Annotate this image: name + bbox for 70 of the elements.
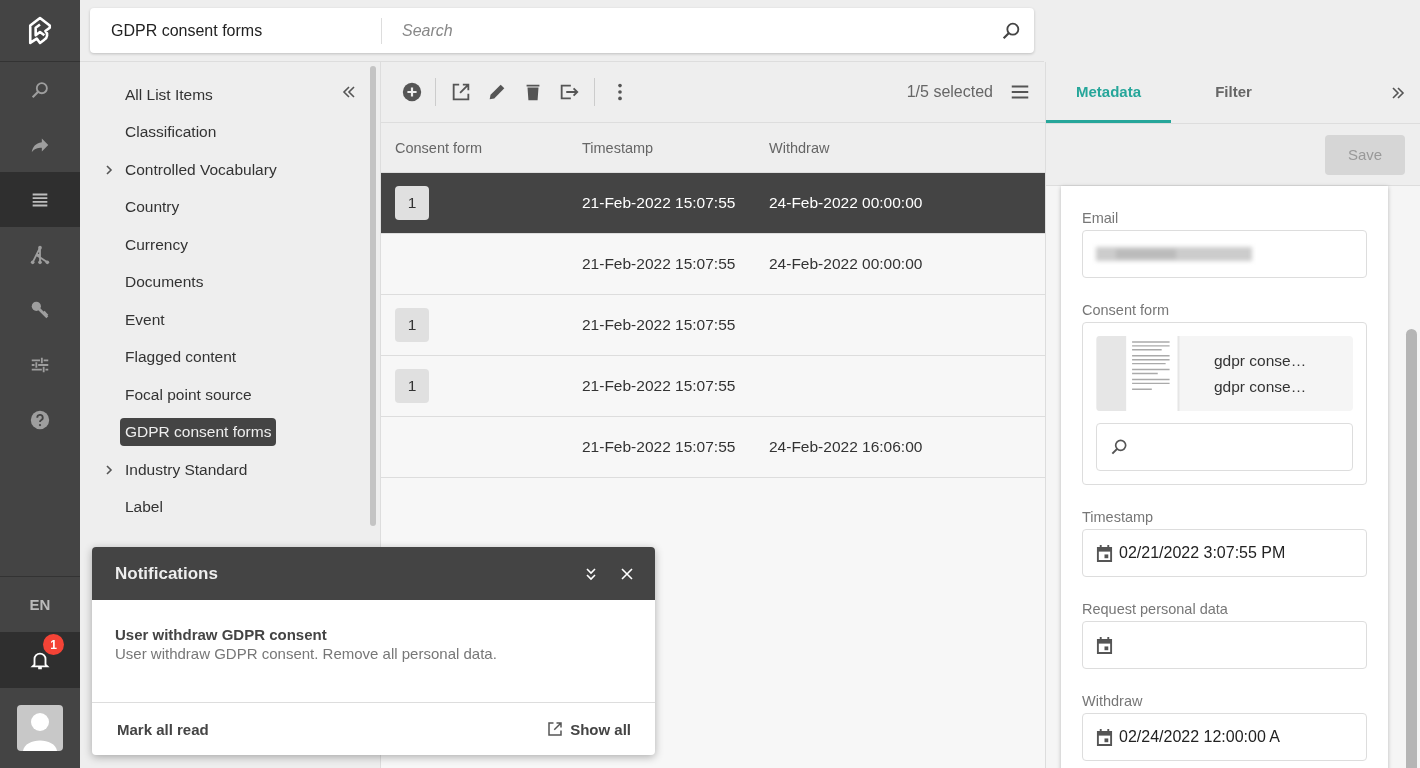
selection-count: 1/5 selected bbox=[906, 83, 993, 101]
tree-item[interactable]: Event bbox=[120, 305, 170, 334]
add-icon[interactable] bbox=[401, 81, 423, 103]
table-row[interactable]: 1 21-Feb-2022 15:07:55 24-Feb-2022 00:00:00 bbox=[381, 173, 1045, 234]
field-label: Withdraw bbox=[1082, 693, 1144, 709]
table-cell: 24-Feb-2022 00:00:00 bbox=[769, 255, 923, 272]
column-header[interactable]: Timestamp bbox=[568, 139, 755, 156]
table-cell: 21-Feb-2022 15:07:55 bbox=[582, 316, 736, 333]
list-nav-button[interactable] bbox=[0, 172, 80, 227]
field-label: Email bbox=[1082, 210, 1120, 226]
table-cell: 24-Feb-2022 16:06:00 bbox=[769, 438, 923, 455]
email-field[interactable] bbox=[1082, 230, 1367, 278]
file-count-chip: 1 bbox=[395, 186, 429, 220]
file-name: gdpr conse… bbox=[1214, 351, 1307, 370]
field-label: Timestamp bbox=[1082, 509, 1155, 525]
notification-message: User withdraw GDPR consent. Remove all personal data. bbox=[115, 645, 498, 662]
column-header[interactable]: Consent form bbox=[381, 139, 568, 156]
popup-title: Notifications bbox=[115, 563, 218, 584]
open-external-icon[interactable] bbox=[450, 81, 472, 103]
tree-item[interactable]: GDPR consent forms bbox=[120, 418, 277, 447]
search-field[interactable]: Search bbox=[382, 8, 1000, 53]
table-cell: 21-Feb-2022 15:07:55 bbox=[582, 377, 736, 394]
field-label: Consent form bbox=[1082, 302, 1171, 318]
notification-count-badge: 1 bbox=[43, 634, 64, 655]
tree-item[interactable]: Documents bbox=[120, 268, 209, 297]
column-header[interactable]: Withdraw bbox=[755, 139, 1045, 156]
open-external-icon bbox=[546, 720, 565, 738]
file-name: gdpr conse… bbox=[1214, 377, 1307, 396]
hierarchy-icon bbox=[29, 243, 51, 266]
field-label: Request personal data bbox=[1082, 601, 1229, 617]
notification-title: User withdraw GDPR consent bbox=[115, 626, 328, 643]
table-cell: 24-Feb-2022 00:00:00 bbox=[769, 194, 923, 211]
date-field[interactable]: 02/21/2022 3:07:55 PM bbox=[1082, 529, 1367, 577]
mark-all-read-button[interactable]: Mark all read bbox=[117, 720, 209, 738]
tree-item[interactable]: Country bbox=[120, 193, 185, 222]
scrollbar[interactable] bbox=[1406, 329, 1417, 768]
calendar-icon bbox=[1096, 727, 1113, 747]
calendar-icon bbox=[1096, 635, 1113, 655]
tree-item[interactable]: All List Items bbox=[120, 80, 218, 109]
help-icon bbox=[29, 408, 51, 431]
close-icon[interactable] bbox=[619, 565, 635, 582]
table-cell: 21-Feb-2022 15:07:55 bbox=[582, 255, 736, 272]
tree-item[interactable]: Industry Standard bbox=[120, 455, 253, 484]
chevron-icon[interactable] bbox=[104, 463, 114, 476]
file-card[interactable]: gdpr conse… gdpr conse… bbox=[1096, 336, 1353, 411]
notifications-button[interactable]: 1 bbox=[0, 632, 80, 688]
file-search-field[interactable] bbox=[1096, 423, 1353, 471]
tree-item[interactable]: Controlled Vocabulary bbox=[120, 155, 282, 184]
tree-item[interactable]: Flagged content bbox=[120, 343, 242, 372]
show-all-button[interactable]: Show all bbox=[546, 720, 631, 738]
search-bar[interactable]: GDPR consent forms Search bbox=[90, 8, 1034, 53]
tree-item[interactable]: Focal point source bbox=[120, 380, 257, 409]
tree-item[interactable]: Currency bbox=[120, 230, 193, 259]
chevron-icon[interactable] bbox=[104, 163, 114, 176]
file-count-chip: 1 bbox=[395, 308, 429, 342]
tree-item[interactable]: Label bbox=[120, 493, 168, 522]
calendar-icon bbox=[1096, 543, 1113, 563]
expand-icon[interactable] bbox=[1390, 84, 1406, 101]
tree-item[interactable]: Classification bbox=[120, 118, 222, 147]
file-count-chip: 1 bbox=[395, 369, 429, 403]
date-field[interactable]: 02/24/2022 12:00:00 A bbox=[1082, 713, 1367, 761]
logo-icon bbox=[27, 14, 53, 47]
scrollbar[interactable] bbox=[370, 66, 376, 526]
collapse-down-icon[interactable] bbox=[583, 565, 599, 582]
panel-tab[interactable]: Filter bbox=[1171, 62, 1296, 123]
search-icon bbox=[1109, 437, 1129, 457]
date-field[interactable] bbox=[1082, 621, 1367, 669]
table-cell: 21-Feb-2022 15:07:55 bbox=[582, 194, 736, 211]
table-cell: 21-Feb-2022 15:07:55 bbox=[582, 438, 736, 455]
collapse-icon[interactable] bbox=[341, 84, 357, 100]
